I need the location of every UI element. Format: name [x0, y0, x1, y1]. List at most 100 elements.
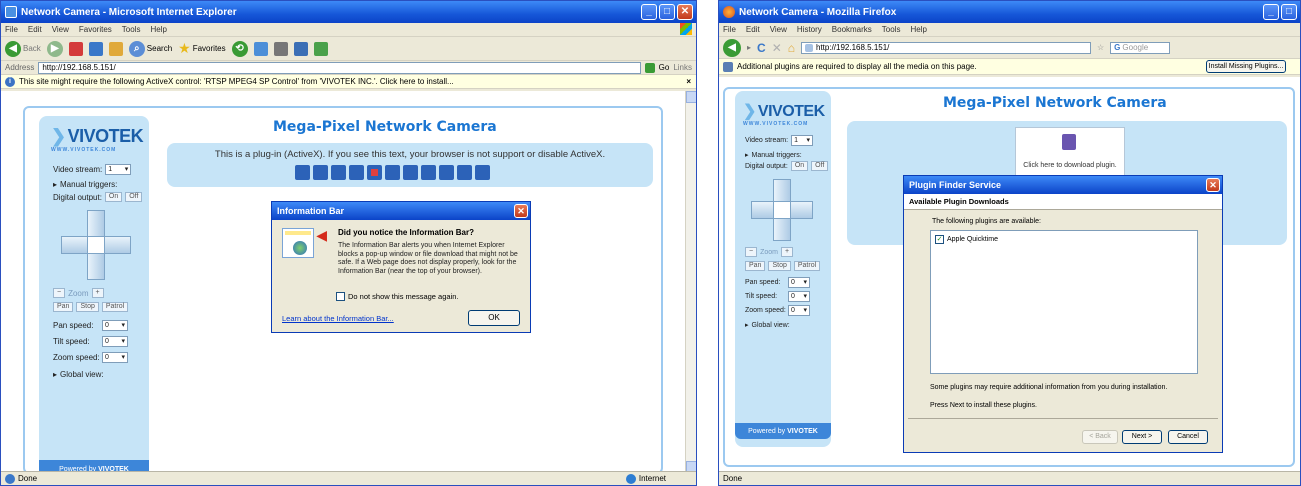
ff-titlebar[interactable]: Network Camera - Mozilla Firefox _ □: [719, 1, 1300, 23]
menu-favorites[interactable]: Favorites: [79, 25, 112, 34]
do-not-show-checkbox[interactable]: [336, 292, 345, 301]
ff-menu-view[interactable]: View: [770, 25, 787, 34]
global-view-arrow-icon[interactable]: ▸: [53, 370, 57, 379]
patrol-button[interactable]: Patrol: [101, 302, 129, 312]
links-button[interactable]: Links: [673, 63, 692, 72]
ie-information-bar[interactable]: i This site might require the following …: [1, 75, 696, 89]
infobar-close-icon[interactable]: ×: [686, 77, 691, 86]
ff-next-button[interactable]: Next >: [1122, 430, 1162, 444]
stop-icon[interactable]: [68, 41, 83, 56]
home-icon[interactable]: [108, 41, 123, 56]
ff-menu-help[interactable]: Help: [910, 25, 926, 34]
talk-icon[interactable]: [421, 165, 436, 180]
pan-button[interactable]: Pan: [53, 302, 74, 312]
ff-back-icon[interactable]: ◀: [723, 38, 741, 57]
learn-more-link[interactable]: Learn about the Information Bar...: [282, 314, 394, 323]
dialog-titlebar[interactable]: Information Bar ✕: [272, 202, 530, 220]
print-icon[interactable]: [273, 41, 288, 56]
volume-icon[interactable]: [385, 165, 400, 180]
ff-home-icon[interactable]: ⌂: [788, 41, 795, 55]
close-button[interactable]: ✕: [677, 4, 693, 20]
ff-digital-off-button[interactable]: Off: [811, 161, 829, 171]
ff-manual-triggers-arrow-icon[interactable]: ▸: [745, 151, 749, 159]
ff-menu-edit[interactable]: Edit: [746, 25, 760, 34]
ff-zoom-out-button[interactable]: −: [745, 247, 758, 257]
menu-help[interactable]: Help: [150, 25, 166, 34]
snapshot-icon[interactable]: [295, 165, 310, 180]
ff-cancel-button[interactable]: Cancel: [1168, 430, 1208, 444]
ff-digital-on-button[interactable]: On: [790, 161, 809, 171]
ok-button[interactable]: OK: [468, 310, 520, 326]
do-not-show-label[interactable]: Do not show this message again.: [348, 292, 458, 301]
mail-icon[interactable]: [253, 41, 268, 56]
record-icon[interactable]: [367, 165, 382, 180]
search-button[interactable]: ⌕ Search: [128, 40, 172, 58]
go-button[interactable]: Go: [659, 63, 670, 72]
apple-quicktime-checkbox[interactable]: ✓: [935, 235, 944, 244]
digital-zoom-icon[interactable]: [313, 165, 328, 180]
digital-on-button[interactable]: On: [104, 192, 123, 202]
plugin-list[interactable]: ✓ Apple Quicktime: [930, 230, 1198, 374]
menu-tools[interactable]: Tools: [122, 25, 141, 34]
ff-pan-button[interactable]: Pan: [745, 261, 766, 271]
digital-off-button[interactable]: Off: [125, 192, 143, 202]
ff-menu-file[interactable]: File: [723, 25, 736, 34]
ff-manual-triggers-label[interactable]: Manual triggers:: [752, 152, 802, 159]
maximize-button[interactable]: □: [659, 4, 675, 20]
ff-zoom-in-button[interactable]: +: [781, 247, 794, 257]
ff-stop-button[interactable]: Stop: [768, 261, 791, 271]
global-view-label[interactable]: Global view:: [60, 370, 104, 379]
menu-file[interactable]: File: [5, 25, 18, 34]
bookmark-star-icon[interactable]: ☆: [1097, 43, 1104, 52]
microphone-volume-icon[interactable]: [439, 165, 454, 180]
ff-minimize-button[interactable]: _: [1263, 4, 1279, 20]
ie-vertical-scrollbar[interactable]: [685, 91, 696, 473]
ptz-control-pad[interactable]: [61, 210, 131, 280]
ff-reload-icon[interactable]: C: [757, 41, 766, 55]
ff-menu-history[interactable]: History: [797, 25, 822, 34]
messenger-icon[interactable]: [313, 41, 328, 56]
dialog-close-button[interactable]: ✕: [514, 204, 528, 218]
pan-speed-select[interactable]: 0: [102, 320, 128, 331]
menu-edit[interactable]: Edit: [28, 25, 42, 34]
ff-patrol-button[interactable]: Patrol: [793, 261, 821, 271]
ff-stop-icon[interactable]: ✕: [772, 41, 782, 55]
zoom-speed-select[interactable]: 0: [102, 352, 128, 363]
manual-triggers-label[interactable]: Manual triggers:: [60, 180, 117, 189]
favorites-button[interactable]: ★ Favorites: [178, 40, 225, 58]
ff-search-input[interactable]: G Google: [1110, 41, 1171, 54]
ff-dialog-close-button[interactable]: ✕: [1206, 178, 1220, 192]
video-stream-select[interactable]: 1: [105, 164, 132, 175]
refresh-icon[interactable]: [88, 41, 103, 56]
ff-global-view-arrow-icon[interactable]: ▸: [745, 321, 749, 329]
go-arrow-icon[interactable]: [644, 62, 655, 73]
zoom-out-button[interactable]: −: [53, 288, 66, 298]
ff-url-input[interactable]: http://192.168.5.151/: [801, 41, 1091, 54]
ff-tilt-speed-select[interactable]: 0: [788, 291, 810, 302]
stop-playback-icon[interactable]: [349, 165, 364, 180]
edit-icon[interactable]: [293, 41, 308, 56]
ff-menu-bookmarks[interactable]: Bookmarks: [832, 25, 872, 34]
pause-icon[interactable]: [331, 165, 346, 180]
install-missing-plugins-button[interactable]: Install Missing Plugins...: [1206, 60, 1286, 73]
ff-maximize-button[interactable]: □: [1281, 4, 1297, 20]
mute-icon[interactable]: [403, 165, 418, 180]
ff-forward-icon[interactable]: ▸: [747, 43, 751, 52]
address-input[interactable]: http://192.168.5.151/: [38, 61, 641, 74]
ff-dialog-titlebar[interactable]: Plugin Finder Service ✕: [904, 176, 1222, 194]
zoom-in-button[interactable]: +: [91, 288, 104, 298]
ie-titlebar[interactable]: Network Camera - Microsoft Internet Expl…: [1, 1, 696, 23]
forward-arrow-icon[interactable]: ▶: [46, 40, 63, 57]
ff-ptz-control-pad[interactable]: [751, 179, 813, 241]
back-button[interactable]: ◀ Back: [5, 40, 41, 58]
ff-global-view-label[interactable]: Global view:: [752, 322, 790, 329]
ff-zoom-speed-select[interactable]: 0: [788, 305, 810, 316]
tilt-speed-select[interactable]: 0: [102, 336, 128, 347]
mic-mute-icon[interactable]: [457, 165, 472, 180]
apple-quicktime-label[interactable]: Apple Quicktime: [947, 236, 998, 243]
ff-menu-tools[interactable]: Tools: [882, 25, 901, 34]
ff-back-button[interactable]: < Back: [1082, 430, 1118, 444]
stop-button[interactable]: Stop: [76, 302, 99, 312]
manual-triggers-arrow-icon[interactable]: ▸: [53, 180, 57, 189]
fullscreen-icon[interactable]: [475, 165, 490, 180]
